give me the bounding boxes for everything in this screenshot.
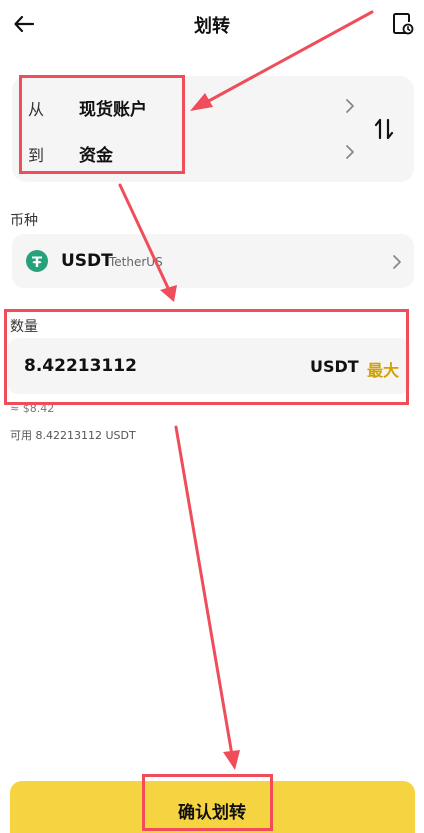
annotation-arrow-accounts (203, 10, 374, 105)
annotation-arrows (118, 10, 374, 770)
annotation-arrow-amount (118, 183, 171, 292)
annotation-arrow-confirm (174, 425, 234, 757)
